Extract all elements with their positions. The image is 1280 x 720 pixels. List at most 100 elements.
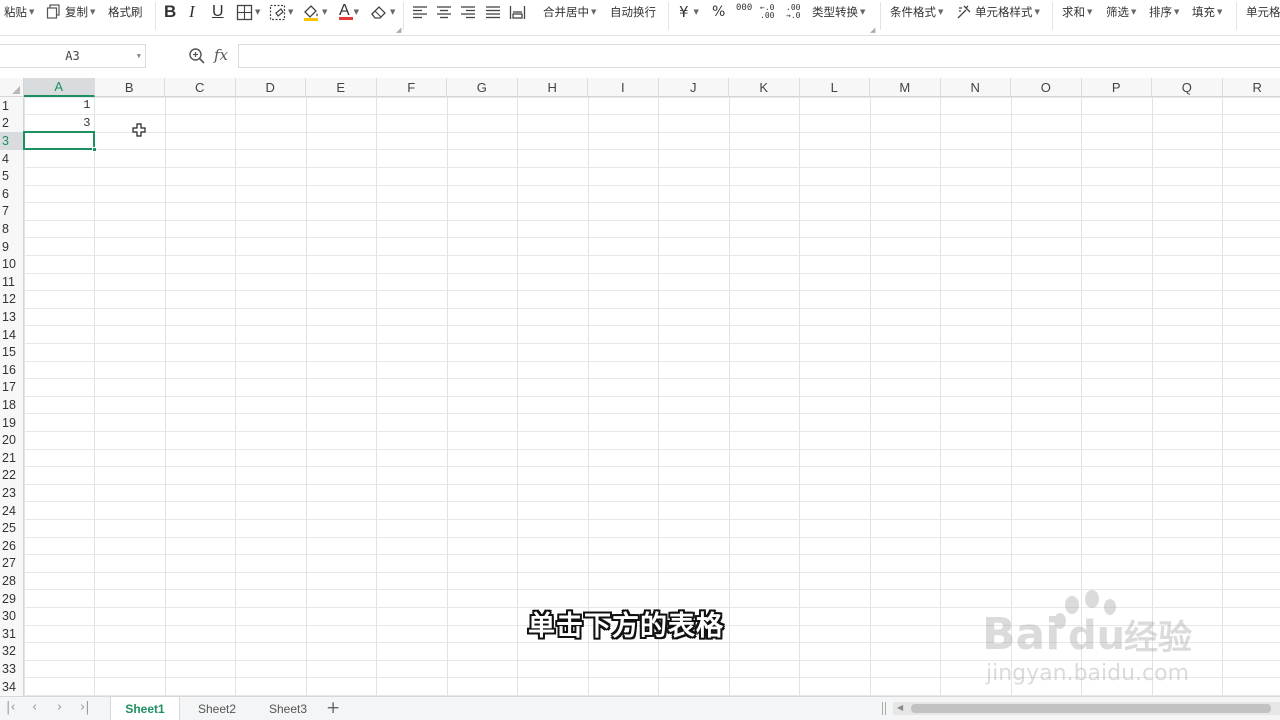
zoom-search-icon[interactable] (188, 47, 206, 65)
borders-button[interactable]: ▼ (236, 0, 260, 24)
active-cell-a3[interactable] (23, 131, 95, 150)
row-header-17[interactable]: 17 (0, 379, 23, 397)
last-sheet-icon[interactable]: ›| (80, 700, 90, 715)
row-header-9[interactable]: 9 (0, 238, 23, 256)
increase-decimal-button[interactable]: ←.0.00 (760, 0, 774, 24)
column-header-r[interactable]: R (1223, 78, 1280, 97)
sheet-tab-sheet3[interactable]: Sheet3 (253, 697, 323, 720)
conditional-format-button[interactable]: 条件格式 ▼ (890, 0, 943, 24)
row-header-14[interactable]: 14 (0, 326, 23, 344)
sum-button[interactable]: 求和 ▼ (1062, 0, 1092, 24)
row-header-23[interactable]: 23 (0, 484, 23, 502)
row-header-19[interactable]: 19 (0, 414, 23, 432)
font-color-button[interactable]: A ▼ (337, 0, 359, 24)
row-header-13[interactable]: 13 (0, 308, 23, 326)
column-header-e[interactable]: E (306, 78, 377, 97)
next-sheet-icon[interactable]: › (57, 700, 62, 715)
column-header-c[interactable]: C (165, 78, 236, 97)
merge-center-button[interactable]: 合并居中 ▼ (543, 0, 596, 24)
column-header-i[interactable]: I (588, 78, 659, 97)
fill-button[interactable]: 填充 ▼ (1192, 0, 1222, 24)
bold-button[interactable]: B (164, 0, 176, 24)
row-header-25[interactable]: 25 (0, 519, 23, 537)
align-left-button[interactable] (412, 0, 428, 24)
align-right-button[interactable] (460, 0, 476, 24)
row-header-30[interactable]: 30 (0, 607, 23, 625)
prev-sheet-icon[interactable]: ‹ (32, 700, 37, 715)
cell-a1[interactable]: 1 (24, 98, 90, 112)
row-header-32[interactable]: 32 (0, 643, 23, 661)
row-header-22[interactable]: 22 (0, 467, 23, 485)
scrollbar-thumb[interactable] (911, 704, 1271, 713)
row-header-29[interactable]: 29 (0, 590, 23, 608)
currency-button[interactable]: ¥ ▼ (679, 0, 699, 24)
scroll-left-icon[interactable]: ◀ (897, 703, 903, 712)
row-header-21[interactable]: 21 (0, 449, 23, 467)
row-header-24[interactable]: 24 (0, 502, 23, 520)
row-header-4[interactable]: 4 (0, 150, 23, 168)
column-header-d[interactable]: D (236, 78, 306, 97)
row-header-11[interactable]: 11 (0, 273, 23, 291)
row-header-5[interactable]: 5 (0, 167, 23, 185)
format-painter-button[interactable]: 格式刷 (108, 0, 143, 24)
row-header-10[interactable]: 10 (0, 255, 23, 273)
column-header-n[interactable]: N (941, 78, 1011, 97)
cell-a2[interactable]: 3 (24, 116, 90, 130)
fill-handle[interactable] (91, 146, 97, 152)
sort-button[interactable]: 排序 ▼ (1149, 0, 1179, 24)
insert-function-button[interactable]: fx (214, 46, 228, 64)
add-sheet-icon[interactable]: + (326, 698, 340, 718)
column-header-f[interactable]: F (377, 78, 447, 97)
thousands-button[interactable]: 000 (736, 0, 752, 24)
column-header-b[interactable]: B (95, 78, 165, 97)
row-header-8[interactable]: 8 (0, 220, 23, 238)
row-header-28[interactable]: 28 (0, 572, 23, 590)
name-box[interactable]: A3 ▼ (0, 44, 146, 68)
row-header-3[interactable]: 3 (0, 132, 23, 150)
italic-button[interactable]: I (189, 0, 195, 24)
sheet-tab-sheet2[interactable]: Sheet2 (181, 697, 253, 720)
fill-color-button[interactable]: ▼ (302, 0, 327, 24)
row-header-34[interactable]: 34 (0, 678, 23, 696)
row-header-15[interactable]: 15 (0, 343, 23, 361)
underline-button[interactable]: U (212, 0, 224, 24)
row-header-27[interactable]: 27 (0, 555, 23, 573)
horizontal-scrollbar[interactable]: ◀ (893, 702, 1280, 715)
row-header-18[interactable]: 18 (0, 396, 23, 414)
wrap-text-button[interactable]: 自动换行 (610, 0, 656, 24)
number-group-launcher-icon[interactable]: ◢ (870, 26, 875, 34)
select-all-button[interactable] (0, 78, 24, 97)
column-header-k[interactable]: K (729, 78, 800, 97)
column-header-a[interactable]: A (24, 78, 95, 97)
decrease-decimal-button[interactable]: .00 →.0 (786, 0, 800, 24)
distributed-align-button[interactable] (509, 0, 526, 24)
column-header-q[interactable]: Q (1152, 78, 1223, 97)
first-sheet-icon[interactable]: |‹ (6, 700, 16, 715)
row-header-16[interactable]: 16 (0, 361, 23, 379)
chevron-down-icon[interactable]: ▼ (137, 52, 141, 60)
row-header-20[interactable]: 20 (0, 431, 23, 449)
column-header-o[interactable]: O (1011, 78, 1082, 97)
row-header-33[interactable]: 33 (0, 660, 23, 678)
paste-button[interactable]: 粘贴 ▼ (4, 0, 34, 24)
cell-style-button[interactable]: 单元格样式 ▼ (956, 0, 1040, 24)
row-header-6[interactable]: 6 (0, 185, 23, 203)
cell-button[interactable]: 单元格 (1246, 0, 1280, 24)
column-header-g[interactable]: G (447, 78, 518, 97)
row-header-2[interactable]: 2 (0, 115, 23, 133)
filter-button[interactable]: 筛选 ▼ (1106, 0, 1136, 24)
column-header-m[interactable]: M (870, 78, 941, 97)
row-header-12[interactable]: 12 (0, 291, 23, 309)
fill-style-button[interactable]: ▼ (269, 0, 293, 24)
copy-button[interactable]: 复制 ▼ (46, 0, 95, 24)
percent-button[interactable]: % (712, 0, 725, 24)
align-center-button[interactable] (436, 0, 452, 24)
font-group-launcher-icon[interactable]: ◢ (396, 26, 401, 34)
sheet-tab-sheet1[interactable]: Sheet1 (110, 697, 180, 720)
column-header-p[interactable]: P (1082, 78, 1152, 97)
formula-input[interactable] (238, 44, 1280, 68)
tab-split-handle[interactable] (882, 702, 886, 715)
column-header-j[interactable]: J (659, 78, 729, 97)
type-convert-button[interactable]: 类型转换 ▼ (812, 0, 865, 24)
row-header-31[interactable]: 31 (0, 625, 23, 643)
